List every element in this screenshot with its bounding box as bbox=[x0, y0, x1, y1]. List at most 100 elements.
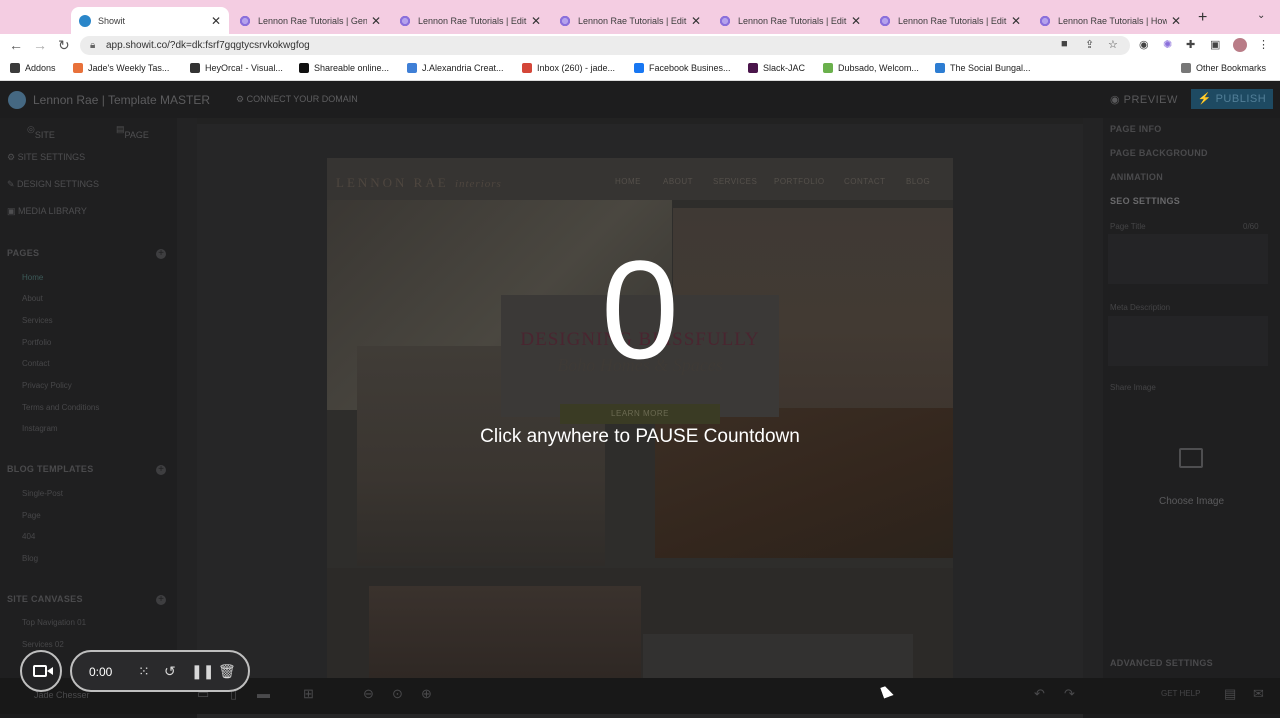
page-background-section[interactable]: PAGE BACKGROUND bbox=[1110, 148, 1208, 158]
tab-lennon-1[interactable]: Lennon Rae Tutorials | Gen ✕ bbox=[231, 7, 389, 34]
preview-button[interactable]: ◉ PREVIEW bbox=[1110, 93, 1178, 106]
desktop-view-icon[interactable]: ▬ bbox=[257, 686, 270, 701]
reload-icon[interactable]: ↻ bbox=[58, 37, 70, 54]
canvas-item[interactable]: Services 02 bbox=[22, 640, 64, 649]
connect-domain-link[interactable]: ⚙ CONNECT YOUR DOMAIN bbox=[236, 94, 358, 105]
bookmark-item[interactable]: Dubsado, Welcom... bbox=[823, 63, 919, 73]
image-placeholder-icon[interactable] bbox=[1179, 448, 1203, 468]
profile-avatar[interactable] bbox=[1233, 38, 1247, 52]
tab-lennon-5[interactable]: Lennon Rae Tutorials | Edit ✕ bbox=[871, 7, 1029, 34]
add-page-icon[interactable]: + bbox=[156, 249, 166, 259]
tab-lennon-4[interactable]: Lennon Rae Tutorials | Edit ✕ bbox=[711, 7, 869, 34]
bookmark-item[interactable]: HeyOrca! - Visual... bbox=[190, 63, 283, 73]
page-item[interactable]: Instagram bbox=[22, 424, 58, 433]
close-icon[interactable]: ✕ bbox=[1171, 14, 1181, 28]
add-canvas-icon[interactable]: + bbox=[156, 595, 166, 605]
tab-lennon-6[interactable]: Lennon Rae Tutorials | How ✕ bbox=[1031, 7, 1189, 34]
page-item[interactable]: Portfolio bbox=[22, 338, 51, 347]
get-help-button[interactable]: GET HELP bbox=[1161, 689, 1200, 698]
star-favicon-icon bbox=[719, 14, 731, 27]
zoom-in-icon[interactable]: ⊕ bbox=[421, 686, 432, 702]
preview-nav-link[interactable]: HOME bbox=[615, 177, 641, 186]
preview-nav-link[interactable]: BLOG bbox=[906, 177, 930, 186]
advanced-settings-section[interactable]: ADVANCED SETTINGS bbox=[1110, 658, 1213, 668]
extension-icon[interactable]: ✺ bbox=[1163, 38, 1172, 51]
page-item[interactable]: Home bbox=[22, 273, 43, 282]
bookmark-item[interactable]: Facebook Busines... bbox=[634, 63, 731, 73]
meta-description-label: Meta Description bbox=[1110, 303, 1171, 312]
page-info-section[interactable]: PAGE INFO bbox=[1110, 124, 1162, 134]
page-title-field[interactable] bbox=[1108, 234, 1268, 284]
redo-icon[interactable]: ↷ bbox=[1064, 686, 1075, 702]
media-library-item[interactable]: ▣ MEDIA LIBRARY bbox=[7, 206, 87, 217]
preview-nav-link[interactable]: SERVICES bbox=[713, 177, 757, 186]
close-icon[interactable]: ✕ bbox=[211, 14, 221, 28]
preview-nav-link[interactable]: ABOUT bbox=[663, 177, 693, 186]
tab-lennon-3[interactable]: Lennon Rae Tutorials | Edit ✕ bbox=[551, 7, 709, 34]
preview-nav-link[interactable]: CONTACT bbox=[844, 177, 886, 186]
bookmark-item[interactable]: J.Alexandria Creat... bbox=[407, 63, 504, 73]
restart-icon[interactable]: ↺ bbox=[164, 663, 176, 680]
extensions-puzzle-icon[interactable]: ✚ bbox=[1186, 38, 1195, 51]
forward-icon[interactable]: → bbox=[33, 37, 47, 53]
camera-toggle-button[interactable] bbox=[20, 650, 62, 692]
bookmark-item[interactable]: Jade's Weekly Tas... bbox=[73, 63, 169, 73]
meta-description-field[interactable] bbox=[1108, 316, 1268, 366]
blog-template-item[interactable]: Single-Post bbox=[22, 489, 63, 498]
choose-image-button[interactable]: Choose Image bbox=[1103, 496, 1280, 507]
other-bookmarks[interactable]: Other Bookmarks bbox=[1181, 63, 1266, 73]
seo-settings-section[interactable]: SEO SETTINGS bbox=[1110, 196, 1180, 206]
blog-template-item[interactable]: 404 bbox=[22, 532, 35, 541]
page-item[interactable]: About bbox=[22, 294, 43, 303]
close-icon[interactable]: ✕ bbox=[531, 14, 541, 28]
close-icon[interactable]: ✕ bbox=[851, 14, 861, 28]
sidebar-icon[interactable]: ▣ bbox=[1210, 38, 1220, 51]
trash-icon[interactable]: 🗑︎ bbox=[218, 663, 236, 680]
share-icon[interactable]: ⇪ bbox=[1085, 38, 1094, 51]
new-tab-button[interactable]: + bbox=[1198, 9, 1207, 27]
pause-countdown-message[interactable]: Click anywhere to PAUSE Countdown bbox=[400, 426, 880, 448]
screenshot-icon[interactable]: ◉ bbox=[1139, 38, 1149, 51]
close-icon[interactable]: ✕ bbox=[371, 14, 381, 28]
undo-icon[interactable]: ↶ bbox=[1034, 686, 1045, 702]
publish-button[interactable]: ⚡ PUBLISH bbox=[1191, 89, 1273, 109]
pause-icon[interactable]: ❚❚ bbox=[191, 663, 214, 680]
sidebar-tabs: ◎ SITE ▤ PAGE bbox=[0, 118, 177, 140]
close-icon[interactable]: ✕ bbox=[691, 14, 701, 28]
tab-search-icon[interactable]: ⌄ bbox=[1257, 10, 1265, 21]
grid-icon[interactable]: ⊞ bbox=[303, 686, 314, 702]
animation-section[interactable]: ANIMATION bbox=[1110, 172, 1163, 182]
drawing-tool-icon[interactable]: ⁙ bbox=[138, 663, 150, 680]
address-bar[interactable]: 🔒︎ app.showit.co/?dk=dk:fsrf7gqgtycsrvko… bbox=[80, 36, 1130, 55]
close-icon[interactable]: ✕ bbox=[1011, 14, 1021, 28]
chat-icon[interactable]: ✉ bbox=[1253, 686, 1264, 702]
design-settings-item[interactable]: ✎ DESIGN SETTINGS bbox=[7, 179, 99, 190]
zoom-reset-icon[interactable]: ⊙ bbox=[392, 686, 403, 702]
learn-more-button[interactable]: LEARN MORE bbox=[560, 404, 720, 424]
bookmark-item[interactable]: Slack-JAC bbox=[748, 63, 805, 73]
site-settings-item[interactable]: ⚙ SITE SETTINGS bbox=[7, 152, 85, 163]
camera-indicator-icon[interactable]: ■ bbox=[1061, 38, 1068, 50]
help-book-icon[interactable]: ▤ bbox=[1224, 686, 1236, 702]
page-item[interactable]: Privacy Policy bbox=[22, 381, 72, 390]
bookmark-star-icon[interactable]: ☆ bbox=[1108, 38, 1118, 51]
page-item[interactable]: Services bbox=[22, 316, 53, 325]
tab-showit[interactable]: Showit ✕ bbox=[71, 7, 229, 34]
zoom-out-icon[interactable]: ⊖ bbox=[363, 686, 374, 702]
tab-page[interactable]: ▤ PAGE bbox=[116, 124, 149, 140]
canvas-item[interactable]: Top Navigation 01 bbox=[22, 618, 86, 627]
page-item[interactable]: Contact bbox=[22, 359, 50, 368]
bookmark-item[interactable]: Shareable online... bbox=[299, 63, 389, 73]
blog-template-item[interactable]: Page bbox=[22, 511, 41, 520]
page-item[interactable]: Terms and Conditions bbox=[22, 403, 99, 412]
back-icon[interactable]: ← bbox=[9, 37, 23, 53]
tab-site[interactable]: ◎ SITE bbox=[27, 124, 55, 140]
preview-nav-link[interactable]: PORTFOLIO bbox=[774, 177, 825, 186]
add-blog-template-icon[interactable]: + bbox=[156, 465, 166, 475]
tab-lennon-2[interactable]: Lennon Rae Tutorials | Edit ✕ bbox=[391, 7, 549, 34]
blog-template-item[interactable]: Blog bbox=[22, 554, 38, 563]
bookmark-item[interactable]: Inbox (260) - jade... bbox=[522, 63, 615, 73]
menu-kebab-icon[interactable]: ⋮ bbox=[1258, 38, 1269, 51]
bookmark-item[interactable]: Addons bbox=[10, 63, 56, 73]
bookmark-item[interactable]: The Social Bungal... bbox=[935, 63, 1031, 73]
